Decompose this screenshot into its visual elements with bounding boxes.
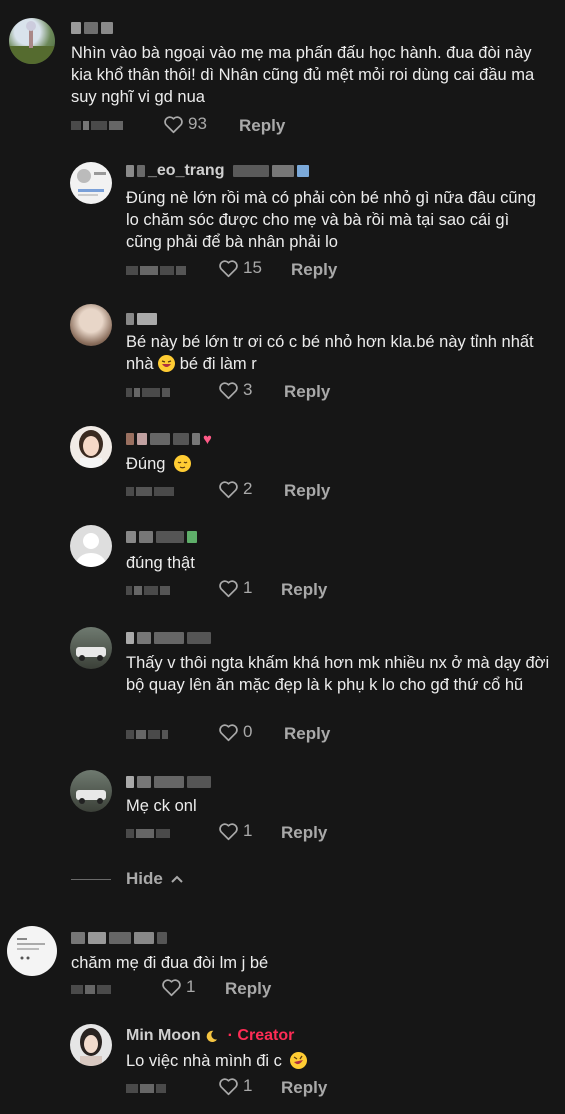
like-button[interactable]: 3 <box>218 380 252 400</box>
reply-button[interactable]: Reply <box>284 481 330 501</box>
like-button[interactable]: 1 <box>218 578 252 598</box>
like-count: 1 <box>243 821 253 840</box>
rolling-laughing-emoji-icon <box>289 1052 307 1069</box>
avatar[interactable] <box>70 1024 112 1066</box>
crescent-moon-icon <box>206 1030 217 1042</box>
username[interactable]: _eo_trang <box>126 160 310 182</box>
hide-replies-button[interactable]: Hide <box>71 869 185 889</box>
like-button[interactable]: 15 <box>218 258 262 278</box>
comment-text: Đúng nè lớn rồi mà có phải còn bé nhỏ gì… <box>126 189 536 251</box>
relieved-emoji-icon <box>174 455 192 472</box>
like-button[interactable]: 1 <box>218 1076 252 1096</box>
username-blurred[interactable] <box>126 627 211 649</box>
date-blurred <box>126 586 170 595</box>
date-blurred <box>126 266 186 275</box>
avatar[interactable] <box>70 304 112 346</box>
pink-heart-icon: ♥ <box>203 430 212 448</box>
reply-button[interactable]: Reply <box>239 116 285 136</box>
avatar[interactable] <box>70 525 112 567</box>
reply-button[interactable]: Reply <box>291 260 337 280</box>
heart-outline-icon <box>219 579 238 597</box>
creator-username[interactable]: Min Moon · Creator <box>126 1025 294 1047</box>
like-count: 1 <box>243 1076 253 1095</box>
laughing-emoji-icon <box>158 355 176 372</box>
date-blurred <box>126 487 174 496</box>
hide-label: Hide <box>126 869 163 888</box>
heart-outline-icon <box>219 381 238 399</box>
like-count: 15 <box>243 258 262 277</box>
date-blurred <box>126 829 170 838</box>
like-count: 93 <box>188 114 207 133</box>
like-count: 1 <box>186 977 196 996</box>
username-blurred[interactable] <box>126 771 211 793</box>
comment-text: Bé này bé lớn tr ơi có c bé nhỏ hơn kla.… <box>126 333 534 373</box>
like-button[interactable]: 1 <box>161 977 195 997</box>
heart-outline-icon <box>219 1077 238 1095</box>
like-count: 3 <box>243 380 253 399</box>
username-blurred[interactable] <box>71 17 113 39</box>
comment-text: Lo việc nhà mình đi c <box>126 1050 546 1072</box>
avatar[interactable] <box>70 627 112 669</box>
creator-badge: · Creator <box>227 1027 295 1044</box>
avatar[interactable] <box>7 926 57 976</box>
like-count: 1 <box>243 578 253 597</box>
like-button[interactable]: 0 <box>218 722 252 742</box>
like-button[interactable]: 93 <box>163 114 207 134</box>
username-blurred[interactable]: ♥ <box>126 428 212 450</box>
heart-outline-icon <box>219 723 238 741</box>
username-blurred[interactable] <box>126 526 197 548</box>
like-count: 2 <box>243 479 253 498</box>
heart-outline-icon <box>219 480 238 498</box>
comment-text: đúng thật <box>126 554 195 572</box>
like-button[interactable]: 2 <box>218 479 252 499</box>
username-blurred[interactable] <box>71 927 167 949</box>
date-blurred <box>71 985 111 994</box>
comment-text: Nhìn vào bà ngoại vào mẹ ma phấn đấu học… <box>71 44 535 106</box>
heart-outline-icon <box>164 115 183 133</box>
comment-text: chăm mẹ đi đua đòi lm j bé <box>71 954 269 972</box>
avatar[interactable] <box>9 18 55 64</box>
reply-button[interactable]: Reply <box>284 724 330 744</box>
comment-text: Mẹ ck onl <box>126 797 197 815</box>
heart-outline-icon <box>219 822 238 840</box>
username-blurred[interactable] <box>126 308 157 330</box>
reply-button[interactable]: Reply <box>281 823 327 843</box>
date-blurred <box>126 730 168 739</box>
comment-text: Đúng <box>126 453 546 475</box>
date-blurred <box>71 121 123 130</box>
avatar[interactable] <box>70 426 112 468</box>
reply-button[interactable]: Reply <box>284 382 330 402</box>
chevron-up-icon <box>171 875 183 883</box>
heart-outline-icon <box>219 259 238 277</box>
reply-button[interactable]: Reply <box>281 580 327 600</box>
comment-text: Thấy v thôi ngta khấm khá hơn mk nhiều n… <box>126 654 550 694</box>
reply-button[interactable]: Reply <box>225 979 271 999</box>
avatar[interactable] <box>70 770 112 812</box>
date-blurred <box>126 1084 166 1093</box>
reply-button[interactable]: Reply <box>281 1078 327 1098</box>
divider <box>71 878 111 880</box>
date-blurred <box>126 388 170 397</box>
like-button[interactable]: 1 <box>218 821 252 841</box>
heart-outline-icon <box>162 978 181 996</box>
avatar[interactable] <box>70 162 112 204</box>
like-count: 0 <box>243 722 253 741</box>
